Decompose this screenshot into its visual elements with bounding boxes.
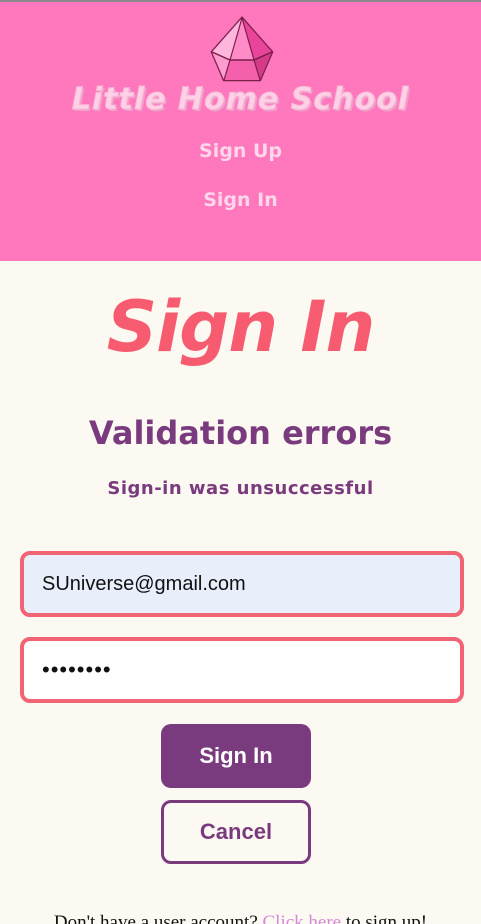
signup-link[interactable]: Click here (263, 912, 342, 924)
site-header: Little Home School Sign Up Sign In (0, 2, 481, 261)
email-field[interactable] (20, 551, 464, 617)
signup-prompt-prefix: Don't have a user account? (53, 912, 258, 924)
sign-in-button[interactable]: Sign In (161, 724, 311, 788)
nav-sign-up-link[interactable]: Sign Up (0, 140, 481, 162)
site-title[interactable]: Little Home School (0, 82, 481, 118)
page-title: Sign In (106, 286, 376, 368)
password-field[interactable] (20, 637, 464, 703)
signup-prompt-suffix: to sign up! (345, 912, 428, 924)
validation-error-message: Sign-in was unsuccessful (107, 478, 374, 499)
nav-sign-in-link[interactable]: Sign In (0, 189, 481, 211)
pink-gem-icon (210, 16, 274, 82)
validation-errors-heading: Validation errors (88, 414, 393, 452)
signup-prompt: Don't have a user account? Click here to… (0, 912, 481, 924)
cancel-button[interactable]: Cancel (161, 800, 311, 864)
